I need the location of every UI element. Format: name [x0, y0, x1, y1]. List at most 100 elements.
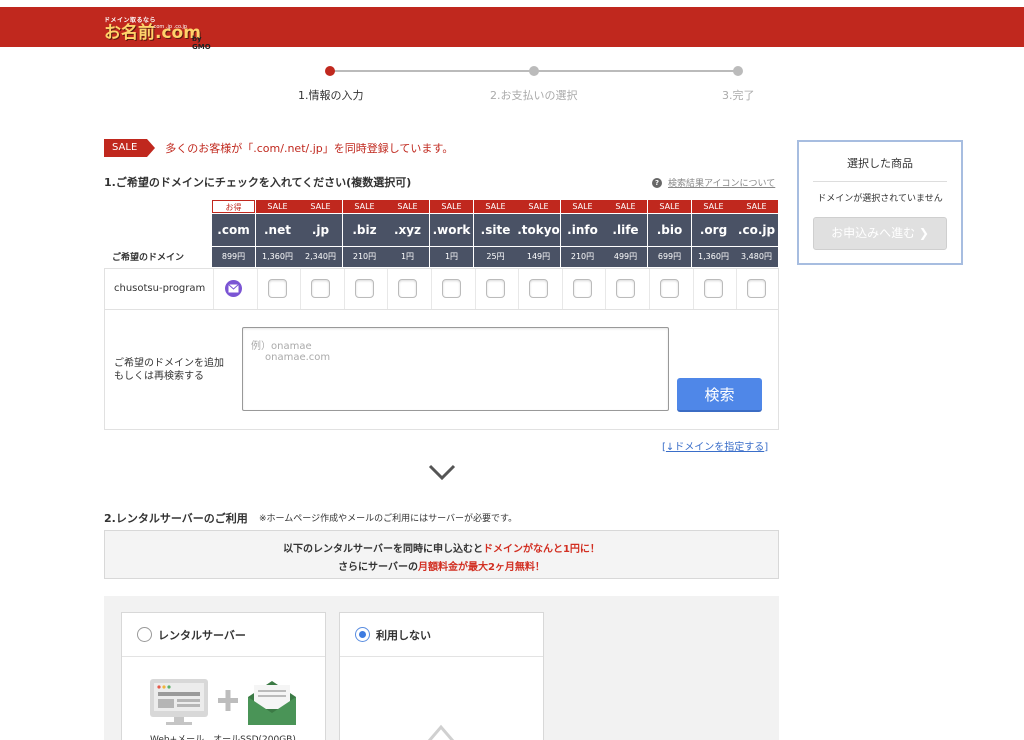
- domain-checkbox[interactable]: [529, 279, 548, 298]
- server-option-rental-head[interactable]: レンタルサーバー: [122, 613, 325, 657]
- sale-banner: SALE 多くのお客様が「.com/.net/.jp」を同時登録しています。: [104, 139, 453, 157]
- promo-line1-a: 以下のレンタルサーバーを同時に申し込むと: [283, 544, 483, 555]
- icon-help-text: 検索結果アイコンについて: [668, 179, 776, 189]
- tld-price: 210円: [343, 247, 386, 267]
- tld-name: .jp: [299, 214, 342, 246]
- domain-checkbox[interactable]: [311, 279, 330, 298]
- domain-checkbox[interactable]: [268, 279, 287, 298]
- tld-price: 699円: [648, 247, 691, 267]
- tld-columns: お得 .com 899円 SALE .net 1,360円 SALE .jp 2,340円 SAL…: [212, 200, 779, 268]
- step-dot-2: [529, 66, 539, 76]
- tld-badge: SALE: [474, 200, 517, 213]
- add-domain-label-line2: もしくは再検索する: [114, 371, 204, 382]
- promo-line2: さらにサーバーの月額料金が最大2ヶ月無料！: [105, 558, 778, 573]
- question-icon: ?: [652, 177, 662, 188]
- server-option-none-head[interactable]: 利用しない: [340, 613, 543, 657]
- cell-divider: [344, 269, 345, 309]
- tld-badge: SALE: [561, 200, 604, 213]
- server-option-rental-label: レンタルサーバー: [158, 628, 246, 642]
- promo-line2-a: さらにサーバーの: [338, 562, 418, 573]
- tld-badge: お得: [212, 200, 255, 213]
- server-option-rental[interactable]: レンタルサーバー Web+メール オールSSD(200GB): [121, 612, 326, 740]
- selected-products-panel: 選択した商品 ドメインが選択されていません お申込みへ進む ❯: [797, 140, 963, 265]
- tld-column: SALE .site 25円: [474, 200, 517, 268]
- domain-checkbox[interactable]: [573, 279, 592, 298]
- sale-tag: SALE: [104, 139, 156, 157]
- cell-divider: [300, 269, 301, 309]
- server-illustration: [150, 679, 296, 725]
- tld-price: 3,480円: [735, 247, 778, 267]
- tld-column: SALE .bio 699円: [648, 200, 691, 268]
- tld-name: .site: [474, 214, 517, 246]
- cell-divider: [475, 269, 476, 309]
- tld-name: .com: [212, 214, 255, 246]
- tld-column: SALE .life 499円: [604, 200, 647, 268]
- add-domain-label: ご希望のドメインを追加 もしくは再検索する: [114, 357, 224, 383]
- step-connector: [330, 70, 534, 72]
- radio-rental-server[interactable]: [137, 627, 152, 642]
- server-option-rental-caption: Web+メール オールSSD(200GB): [150, 735, 296, 740]
- tld-column: SALE .org 1,360円: [692, 200, 735, 268]
- tld-price: 1円: [430, 247, 473, 267]
- domain-search-textarea[interactable]: 例）onamae onamae.com: [242, 327, 669, 411]
- tld-column: SALE .co.jp 3,480円: [735, 200, 778, 268]
- tld-name: .tokyo: [517, 214, 560, 246]
- placeholder-line2: onamae.com: [265, 352, 331, 363]
- progress-steps: 1.情報の入力 2.お支払いの選択 3.完了: [290, 60, 770, 102]
- radio-no-server[interactable]: [355, 627, 370, 642]
- tld-column: SALE .info 210円: [561, 200, 604, 268]
- cell-divider: [693, 269, 694, 309]
- promo-line1-b: ドメインがなんと1円に！: [482, 544, 600, 555]
- tld-column: SALE .net 1,360円: [256, 200, 299, 268]
- server-option-none[interactable]: 利用しない: [339, 612, 544, 740]
- add-domain-label-line1: ご希望のドメインを追加: [114, 358, 224, 369]
- cell-divider: [213, 269, 214, 309]
- step-dot-3: [733, 66, 743, 76]
- proceed-to-order-button[interactable]: お申込みへ進む ❯: [813, 217, 947, 250]
- domain-row: chusotsu-program: [105, 269, 778, 310]
- domain-checkbox[interactable]: [616, 279, 635, 298]
- tld-price: 149円: [517, 247, 560, 267]
- promo-line2-b: 月額料金が最大2ヶ月無料！: [417, 562, 545, 573]
- tld-column: SALE .jp 2,340円: [299, 200, 342, 268]
- tld-badge: SALE: [386, 200, 429, 213]
- tld-badge: SALE: [735, 200, 778, 213]
- tld-price: 1円: [386, 247, 429, 267]
- tld-price: 25円: [474, 247, 517, 267]
- tld-column: SALE .work 1円: [430, 200, 473, 268]
- icon-help-link[interactable]: ? 検索結果アイコンについて: [652, 176, 775, 189]
- tld-name: .biz: [343, 214, 386, 246]
- tld-name: .xyz: [386, 214, 429, 246]
- domain-checkbox[interactable]: [747, 279, 766, 298]
- logo-gmo: by GMO: [192, 35, 211, 51]
- envelope-icon: [228, 284, 239, 293]
- domain-name: chusotsu-program: [114, 283, 206, 294]
- cell-divider: [736, 269, 737, 309]
- domain-checkbox[interactable]: [486, 279, 505, 298]
- domain-checkbox[interactable]: [660, 279, 679, 298]
- logo-tlds: .com .jp .co.jp: [152, 24, 188, 30]
- tld-price: 1,360円: [692, 247, 735, 267]
- mail-status-icon[interactable]: [225, 280, 242, 297]
- plus-icon: [218, 690, 238, 711]
- tld-name: .net: [256, 214, 299, 246]
- domain-checkbox[interactable]: [442, 279, 461, 298]
- specify-domain-link[interactable]: [↓ドメインを指定する]: [662, 438, 768, 453]
- tld-name: .bio: [648, 214, 691, 246]
- search-button[interactable]: 検索: [677, 378, 762, 412]
- sale-text: 多くのお客様が「.com/.net/.jp」を同時登録しています。: [165, 142, 454, 155]
- domain-checkbox[interactable]: [704, 279, 723, 298]
- step-label-1: 1.情報の入力: [298, 89, 364, 102]
- tld-badge: SALE: [256, 200, 299, 213]
- section2-note: ※ホームページ作成やメールのご利用にはサーバーが必要です。: [259, 514, 518, 524]
- site-logo[interactable]: ドメイン取るなら お名前.com .com .jp .co.jp by GMO: [104, 15, 211, 51]
- domain-checkbox[interactable]: [355, 279, 374, 298]
- domain-checkbox[interactable]: [398, 279, 417, 298]
- server-options-area: レンタルサーバー Web+メール オールSSD(200GB) 利用しない: [104, 596, 779, 740]
- monitor-icon: [150, 679, 208, 725]
- tld-name: .life: [604, 214, 647, 246]
- tld-price: 2,340円: [299, 247, 342, 267]
- side-panel-empty-text: ドメインが選択されていません: [817, 194, 943, 204]
- cell-divider: [605, 269, 606, 309]
- domain-row-header: ご希望のドメイン: [112, 253, 185, 263]
